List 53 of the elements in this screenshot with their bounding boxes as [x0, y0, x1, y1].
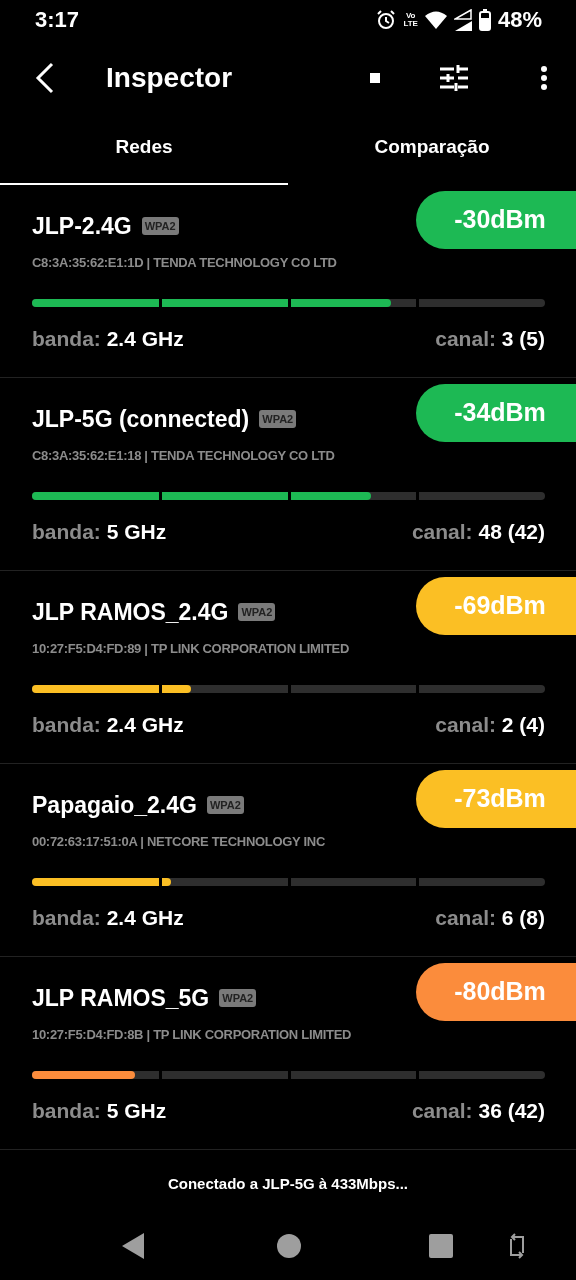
- network-details: 00:72:63:17:51:0A | NETCORE TECHNOLOGY INC: [32, 832, 326, 850]
- tab[interactable]: Redes: [0, 115, 288, 185]
- band-info: banda: 5 GHz: [32, 1098, 167, 1123]
- security-tag: WPA2: [206, 796, 244, 815]
- network-details: 10:27:F5:D4:FD:89 | TP LINK CORPORATION LIMITED: [32, 639, 350, 657]
- stop-icon: [370, 73, 380, 83]
- sliders-icon: [440, 65, 468, 91]
- network-name: JLP-5G (connected): [32, 405, 250, 433]
- screen-title: Inspector: [106, 62, 234, 94]
- signal-strength-badge: -69dBm: [416, 576, 576, 635]
- signal-strength-badge: -80dBm: [416, 962, 576, 1021]
- band-info: banda: 2.4 GHz: [32, 712, 184, 737]
- more-icon: [540, 65, 548, 91]
- channel-info: canal: 3 (5): [435, 326, 545, 351]
- signal-strength-badge: -73dBm: [416, 769, 576, 828]
- channel-info: canal: 2 (4): [435, 712, 545, 737]
- security-tag: WPA2: [259, 410, 297, 429]
- battery-icon: [478, 9, 491, 32]
- back-icon: [122, 1233, 144, 1260]
- security-tag: WPA2: [238, 603, 276, 622]
- alarm-icon: [376, 10, 397, 31]
- rotate-screen-button[interactable]: [509, 1233, 525, 1260]
- tab[interactable]: Comparação: [288, 115, 576, 185]
- network-name: JLP-2.4G: [32, 212, 132, 240]
- connection-status: Conectado a JLP-5G à 433Mbps...: [167, 1175, 409, 1193]
- network-name: Papagaio_2.4G: [32, 791, 197, 819]
- recents-icon: [429, 1234, 453, 1259]
- wifi-icon: [424, 11, 447, 30]
- channel-info: canal: 48 (42): [411, 519, 545, 544]
- network-name: JLP RAMOS_5G: [32, 984, 210, 1012]
- channel-info: canal: 6 (8): [435, 905, 545, 930]
- home-icon: [277, 1234, 301, 1259]
- rotate-icon: [509, 1233, 525, 1260]
- band-info: banda: 2.4 GHz: [32, 326, 184, 351]
- clock-time: 3:17: [35, 7, 80, 34]
- network-name: JLP RAMOS_2.4G: [32, 598, 229, 626]
- security-tag: WPA2: [141, 217, 179, 236]
- network-details: C8:3A:35:62:E1:1D | TENDA TECHNOLOGY CO LTD: [32, 253, 338, 271]
- battery-percentage: 48%: [497, 7, 542, 34]
- security-tag: WPA2: [219, 989, 257, 1008]
- signal-strength-badge: -34dBm: [416, 383, 576, 442]
- volte-indicator: Vo LTE: [403, 12, 418, 29]
- band-info: banda: 5 GHz: [32, 519, 167, 544]
- recents-nav-button[interactable]: [429, 1234, 453, 1259]
- back-icon: [34, 62, 56, 94]
- network-details: C8:3A:35:62:E1:18 | TENDA TECHNOLOGY CO LTD: [32, 446, 336, 464]
- channel-info: canal: 36 (42): [411, 1098, 545, 1123]
- band-info: banda: 2.4 GHz: [32, 905, 184, 930]
- back-nav-button[interactable]: [122, 1233, 144, 1260]
- signal-strength-badge: -30dBm: [416, 190, 576, 249]
- network-details: 10:27:F5:D4:FD:8B | TP LINK CORPORATION LIMITED: [32, 1025, 353, 1043]
- home-nav-button[interactable]: [277, 1234, 301, 1259]
- cell-signal-icon: [453, 9, 472, 32]
